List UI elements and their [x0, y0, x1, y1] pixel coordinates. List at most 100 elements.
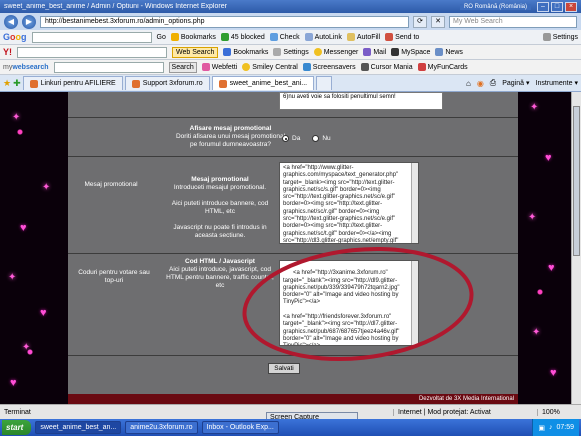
webfetti-icon	[201, 63, 210, 71]
sparkle-decoration: ✦	[42, 182, 51, 193]
tab-support[interactable]: Support 3xforum.ro	[124, 76, 210, 90]
settings-icon	[273, 48, 282, 56]
screensaver-icon	[302, 63, 311, 71]
minimize-button[interactable]: –	[537, 1, 549, 12]
refresh-icon[interactable]: ⟳	[413, 15, 427, 28]
star-icon	[170, 33, 179, 41]
back-button[interactable]: ◀	[4, 14, 18, 29]
page-scrollbar-thumb[interactable]	[573, 106, 580, 256]
web-search-button[interactable]: Web Search	[172, 46, 219, 58]
sparkle-decoration: ✦	[528, 212, 537, 223]
yahoo-toolbar: Y! Web Search Bookmarks Settings Messeng…	[0, 45, 581, 60]
address-bar: ◀ ▶ http://bestanimebest.3xforum.ro/admi…	[0, 13, 581, 30]
close-button[interactable]: ×	[565, 1, 577, 12]
webfetti-button[interactable]: Webfetti	[201, 63, 237, 71]
live-search-input[interactable]: My Web Search	[449, 15, 577, 28]
stop-icon[interactable]: ✕	[431, 15, 445, 28]
form-icon	[346, 33, 355, 41]
autolink-button[interactable]: AutoLink	[304, 33, 342, 41]
new-tab-button[interactable]	[316, 76, 333, 90]
mywebsearch-toolbar: mywebsearch Search Webfetti Smiley Centr…	[0, 60, 581, 75]
send-icon	[385, 33, 394, 41]
shield-icon	[220, 33, 229, 41]
add-favorite-icon[interactable]: ✚	[13, 78, 21, 89]
heart-decoration: ♥	[550, 367, 557, 379]
page-icon	[131, 79, 140, 88]
page-icon	[29, 79, 38, 88]
page-scrollbar[interactable]	[571, 92, 581, 404]
yahoo-bookmarks-button[interactable]: Bookmarks	[223, 48, 268, 56]
check-button[interactable]: Check	[269, 33, 300, 41]
forward-button[interactable]: ▶	[22, 14, 36, 29]
smiley-icon	[242, 63, 251, 71]
sparkle-decoration: ✦	[12, 112, 21, 123]
yahoo-settings-button[interactable]: Settings	[273, 48, 309, 56]
home-icon[interactable]: ⌂	[466, 79, 471, 88]
heart-decoration: ♥	[10, 377, 17, 389]
check-icon	[269, 33, 278, 41]
screensavers-button[interactable]: Screensavers	[302, 63, 356, 71]
sparkle-decoration: ✦	[8, 272, 17, 283]
window-title-bar: sweet_anime_best_anime / Admin / Optiuni…	[0, 0, 581, 13]
tab-bar: ★ ✚ Linkuri pentru AFILIERE Support 3xfo…	[0, 75, 581, 92]
admin-options-panel: 6)nu aveti voie sa folositi penultimul s…	[68, 92, 518, 404]
zoom-level[interactable]: 100%	[537, 408, 577, 416]
yahoo-logo: Y!	[3, 47, 12, 57]
task-anime2u[interactable]: anime2u.3xforum.ro	[125, 421, 198, 434]
feeds-icon[interactable]: ◉	[477, 79, 484, 88]
google-search-input[interactable]	[31, 31, 152, 43]
card-icon	[417, 63, 426, 71]
mail-button[interactable]: Mail	[363, 48, 386, 56]
google-settings-button[interactable]: Settings	[542, 33, 578, 41]
heart-decoration: ♥	[40, 307, 47, 319]
wrench-icon	[542, 33, 551, 41]
volume-icon[interactable]: ♪	[549, 424, 553, 431]
highlight-ellipse	[242, 246, 474, 362]
myspace-button[interactable]: MySpace	[391, 48, 430, 56]
language-indicator[interactable]: RO Română (România)	[459, 3, 531, 10]
tab-sweet-anime[interactable]: sweet_anime_best_ani...	[211, 76, 315, 90]
bookmark-icon	[223, 48, 232, 56]
print-icon[interactable]: ⎙	[490, 78, 496, 88]
autofill-button[interactable]: AutoFill	[346, 33, 380, 41]
sparkle-decoration: ✦	[530, 102, 539, 113]
favorites-star-icon[interactable]: ★	[3, 78, 11, 89]
network-icon[interactable]: ▣	[538, 424, 545, 432]
start-button[interactable]: start	[2, 420, 32, 435]
url-field[interactable]: http://bestanimebest.3xforum.ro/admin_op…	[40, 15, 409, 28]
go-button[interactable]: Go	[157, 34, 166, 41]
mail-icon	[363, 48, 372, 56]
cursor-mania-button[interactable]: Cursor Mania	[360, 63, 413, 71]
page-menu[interactable]: Pagină ▾	[502, 79, 529, 88]
heart-decoration: ♥	[20, 222, 27, 234]
news-icon	[435, 48, 444, 56]
page-content: ✦ ✦ ♥ ✦ ♥ ✦ ♥ ✦ ♥ ✦ ♥ ✦ ♥ 6)nu aveti voi…	[0, 92, 581, 404]
clock[interactable]: 07:59	[556, 424, 574, 431]
page-icon	[218, 79, 227, 88]
yahoo-search-input[interactable]	[17, 46, 167, 58]
send-to-button[interactable]: Send to	[385, 33, 419, 41]
smiley-icon	[313, 48, 322, 56]
messenger-button[interactable]: Messenger	[313, 48, 358, 56]
news-button[interactable]: News	[435, 48, 463, 56]
mywebsearch-search-button[interactable]: Search	[168, 61, 197, 73]
security-zone[interactable]: Internet | Mod protejat: Activat	[393, 408, 531, 416]
task-outlook[interactable]: Inbox - Outlook Exp...	[201, 421, 279, 434]
taskbar: start sweet_anime_best_an... anime2u.3xf…	[0, 419, 581, 436]
tools-menu[interactable]: Instrumente ▾	[536, 79, 578, 88]
heart-decoration: ♥	[548, 262, 555, 274]
google-toolbar: Goog Go Bookmarks 45 blocked Check AutoL…	[0, 30, 581, 45]
window-title: sweet_anime_best_anime / Admin / Optiuni…	[4, 3, 227, 10]
maximize-button[interactable]: □	[551, 1, 563, 12]
myfuncards-button[interactable]: MyFunCards	[417, 63, 468, 71]
google-logo: Goog	[3, 32, 27, 42]
popup-blocked-button[interactable]: 45 blocked	[220, 33, 265, 41]
tab-afiliere[interactable]: Linkuri pentru AFILIERE	[22, 76, 123, 90]
myspace-icon	[391, 48, 400, 56]
smiley-central-button[interactable]: Smiley Central	[242, 63, 298, 71]
bookmarks-button[interactable]: Bookmarks	[170, 33, 216, 41]
mywebsearch-input[interactable]	[53, 61, 164, 73]
link-icon	[304, 33, 313, 41]
task-ie[interactable]: sweet_anime_best_an...	[35, 421, 122, 434]
mywebsearch-logo: mywebsearch	[3, 63, 49, 71]
